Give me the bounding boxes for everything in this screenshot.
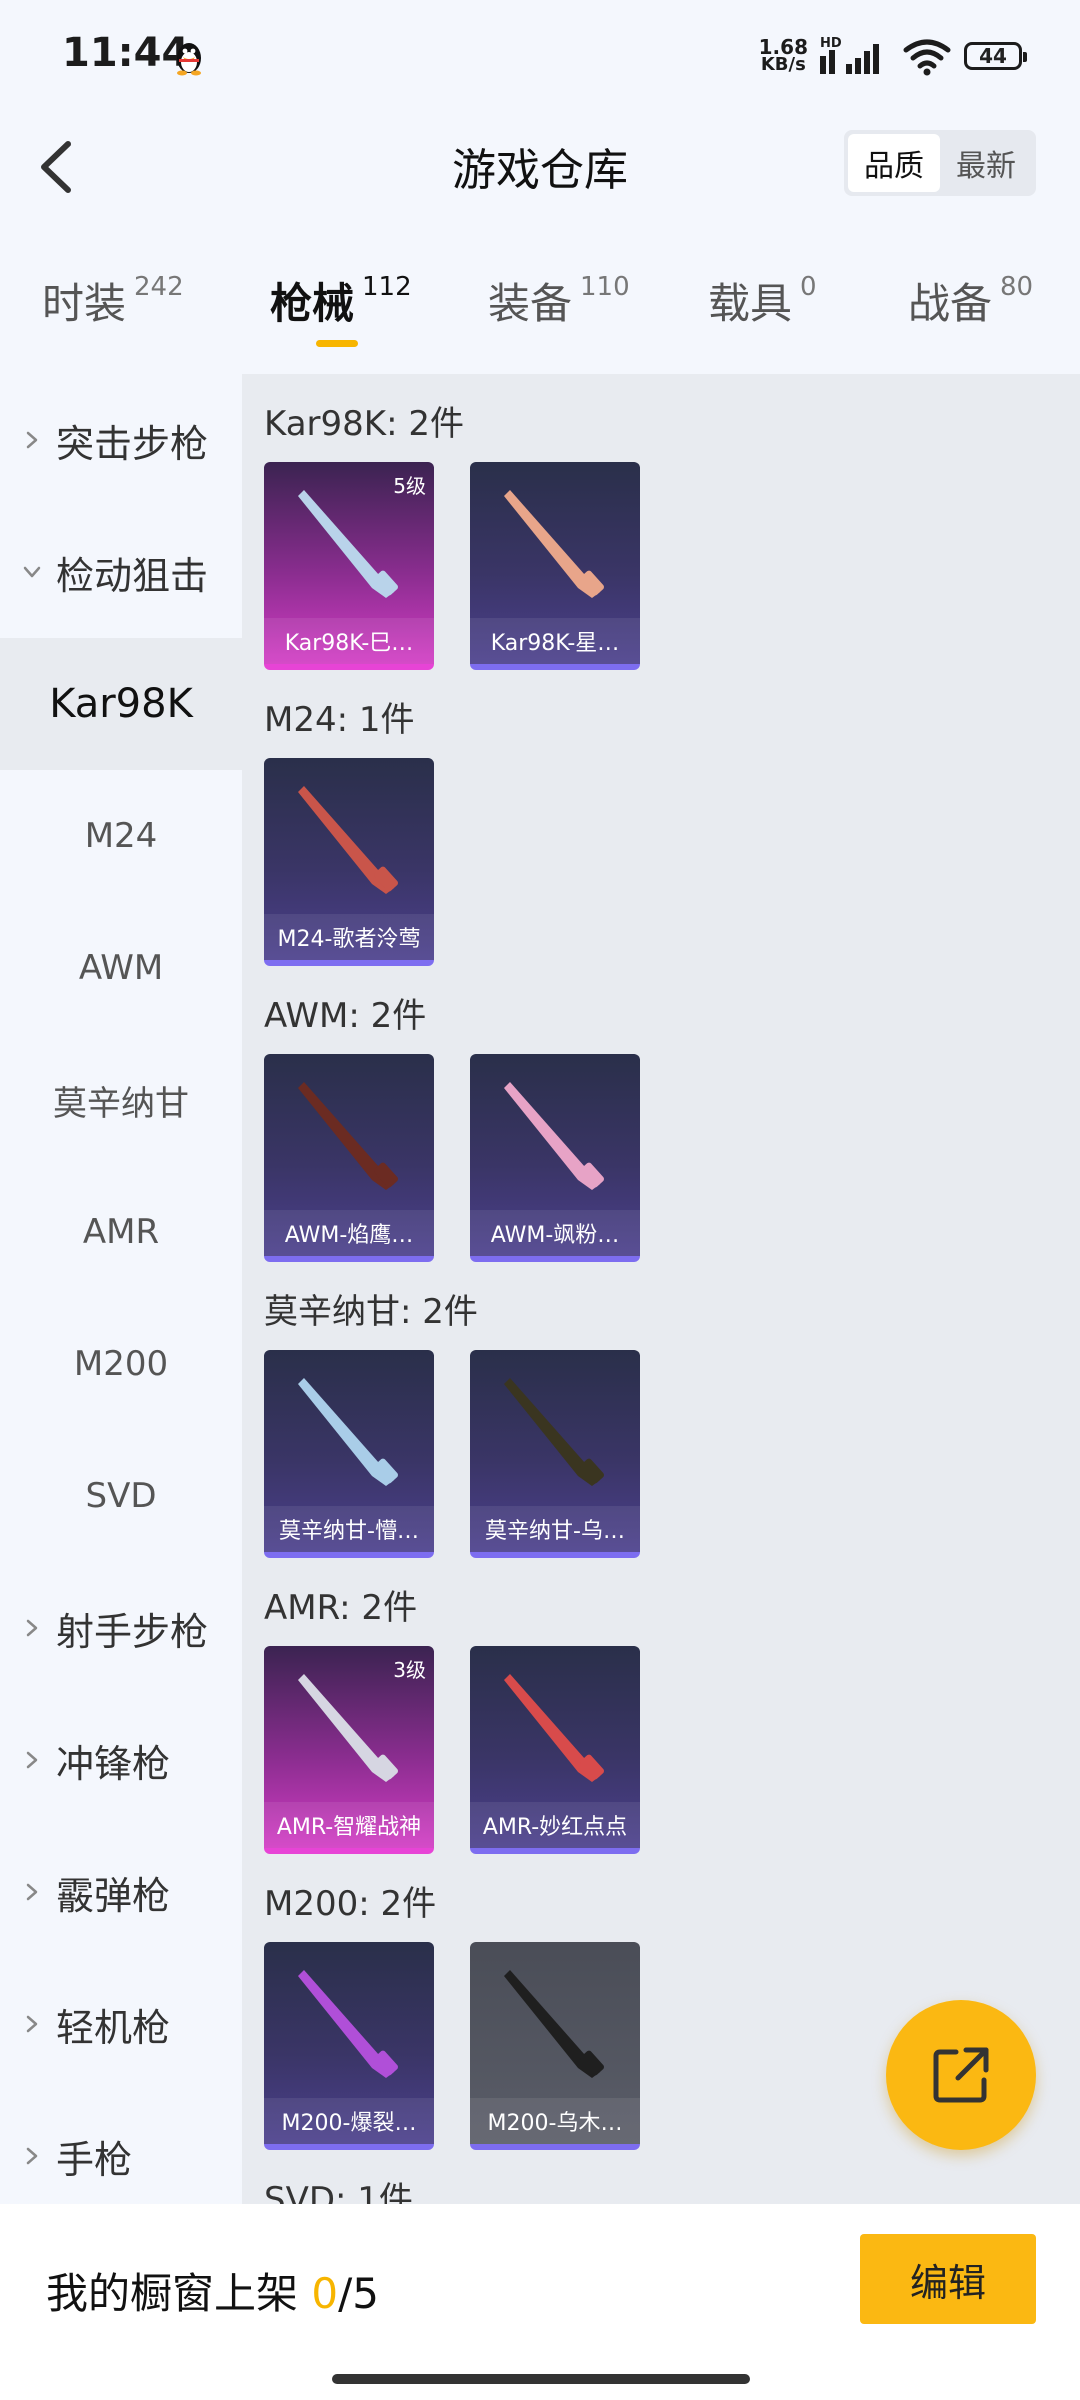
tab-battle-gear[interactable]: 战备 80 (908, 270, 1033, 331)
section-title-awm: AWM: 2件 (264, 996, 427, 1036)
status-icons: 1.68 KB/s HD 44 (758, 34, 1027, 78)
edit-button[interactable]: 编辑 (860, 2234, 1036, 2324)
weapon-type-sidebar: 突击步枪 检动狙击 Kar98K M24 AWM 莫辛纳甘 AMR M200 S… (0, 374, 242, 2200)
category-tabs: 时装 242 枪械 112 装备 110 载具 0 战备 80 (0, 250, 1080, 360)
chevron-right-icon (26, 1883, 38, 1901)
tab-fashion[interactable]: 时装 242 (42, 270, 184, 331)
cellular-signal-icon: HD (820, 36, 890, 76)
share-fab-button[interactable] (886, 2000, 1036, 2150)
rifle-icon (298, 1378, 398, 1486)
skin-card[interactable]: AWM-飒粉… (470, 1054, 640, 1262)
rifle-icon (504, 1674, 604, 1782)
chevron-right-icon (26, 2015, 38, 2033)
skin-card[interactable]: Kar98K-星… (470, 462, 640, 670)
section-title-m24: M24: 1件 (264, 700, 415, 740)
skin-name: 莫辛纳甘-乌… (470, 1506, 640, 1552)
skin-name: M24-歌者泠莺 (264, 914, 434, 960)
rifle-icon (298, 786, 398, 894)
battery-indicator: 44 (964, 42, 1027, 70)
skin-name: AWM-飒粉… (470, 1210, 640, 1256)
chevron-right-icon (26, 1619, 38, 1637)
showcase-status: 我的橱窗上架 0/5 (46, 2269, 379, 2318)
section-title-kar98k: Kar98K: 2件 (264, 404, 464, 444)
sidebar-item-awm[interactable]: AWM (0, 902, 242, 1034)
skin-name: AWM-焰鹰… (264, 1210, 434, 1256)
sort-by-quality-button[interactable]: 品质 (848, 134, 940, 192)
sidebar-group-smgs[interactable]: 冲锋枪 (0, 1694, 242, 1826)
active-tab-indicator (316, 340, 358, 347)
share-external-icon (933, 2047, 989, 2103)
sidebar-group-shotguns[interactable]: 霰弹枪 (0, 1826, 242, 1958)
skin-name: Kar98K-巳… (264, 618, 434, 664)
sidebar-group-assault-rifles[interactable]: 突击步枪 (0, 374, 242, 506)
sidebar-group-marksman-rifles[interactable]: 射手步枪 (0, 1562, 242, 1694)
page-header: 游戏仓库 品质 最新 (0, 110, 1080, 220)
tab-firearms[interactable]: 枪械 112 (270, 270, 412, 331)
sidebar-item-mosin-nagant[interactable]: 莫辛纳甘 (0, 1034, 242, 1166)
rifle-icon (298, 1970, 398, 2078)
tab-equipment[interactable]: 装备 110 (488, 270, 630, 331)
section-title-mosin-nagant: 莫辛纳甘: 2件 (264, 1292, 478, 1332)
sidebar-group-pistols[interactable]: 手枪 (0, 2090, 242, 2222)
skin-name: M200-乌木… (470, 2098, 640, 2144)
skin-name: Kar98K-星… (470, 618, 640, 664)
sidebar-item-amr[interactable]: AMR (0, 1166, 242, 1298)
sidebar-group-bolt-snipers[interactable]: 检动狙击 (0, 506, 242, 638)
sidebar-item-svd[interactable]: SVD (0, 1430, 242, 1562)
showcase-count: 0 (311, 2269, 339, 2318)
network-speed: 1.68 KB/s (758, 35, 808, 75)
status-bar: 11:44 1.68 KB/s HD 44 (0, 0, 1080, 110)
sidebar-group-lmgs[interactable]: 轻机枪 (0, 1958, 242, 2090)
warehouse-page: 11:44 1.68 KB/s HD 44 游戏仓库 品质 最新 时装 242 … (0, 0, 1080, 2400)
skin-name: M200-爆裂… (264, 2098, 434, 2144)
section-title-m200: M200: 2件 (264, 1884, 437, 1924)
section-title-amr: AMR: 2件 (264, 1588, 418, 1628)
skin-card[interactable]: M200-爆裂… (264, 1942, 434, 2150)
skin-card[interactable]: AMR-妙红点点 (470, 1646, 640, 1854)
skin-card[interactable]: 莫辛纳甘-乌… (470, 1350, 640, 1558)
chevron-right-icon (26, 431, 38, 449)
home-indicator[interactable] (332, 2374, 750, 2384)
rifle-icon (298, 1082, 398, 1190)
sort-by-latest-button[interactable]: 最新 (940, 134, 1032, 192)
skin-name: 莫辛纳甘-懵… (264, 1506, 434, 1552)
sort-toggle: 品质 最新 (844, 130, 1036, 196)
skin-card[interactable]: M24-歌者泠莺 (264, 758, 434, 966)
skin-name: AMR-智耀战神 (264, 1802, 434, 1848)
sidebar-item-m24[interactable]: M24 (0, 770, 242, 902)
rifle-icon (504, 1970, 604, 2078)
rifle-icon (504, 490, 604, 598)
wifi-icon (903, 39, 951, 76)
qq-penguin-icon (177, 43, 201, 76)
skin-card[interactable]: 3级 AMR-智耀战神 (264, 1646, 434, 1854)
rifle-icon (504, 1082, 604, 1190)
chevron-right-icon (26, 1751, 38, 1769)
showcase-bottom-bar: 我的橱窗上架 0/5 编辑 (0, 2204, 1080, 2400)
section-title-svd: SVD: 1件 (264, 2180, 413, 2204)
status-time: 11:44 (62, 30, 190, 76)
skin-card[interactable]: 莫辛纳甘-懵… (264, 1350, 434, 1558)
sidebar-item-kar98k[interactable]: Kar98K (0, 638, 242, 770)
skin-name: AMR-妙红点点 (470, 1802, 640, 1848)
skin-card[interactable]: AWM-焰鹰… (264, 1054, 434, 1262)
skin-card[interactable]: 5级 Kar98K-巳… (264, 462, 434, 670)
chevron-down-icon (23, 566, 41, 578)
rifle-icon (504, 1378, 604, 1486)
chevron-right-icon (26, 2147, 38, 2165)
skin-card[interactable]: M200-乌木… (470, 1942, 640, 2150)
tab-vehicles[interactable]: 载具 0 (708, 270, 817, 331)
sidebar-item-m200[interactable]: M200 (0, 1298, 242, 1430)
skin-grid-panel: Kar98K: 2件 5级 Kar98K-巳… Kar98K-星… M24: 1… (242, 374, 1080, 2204)
